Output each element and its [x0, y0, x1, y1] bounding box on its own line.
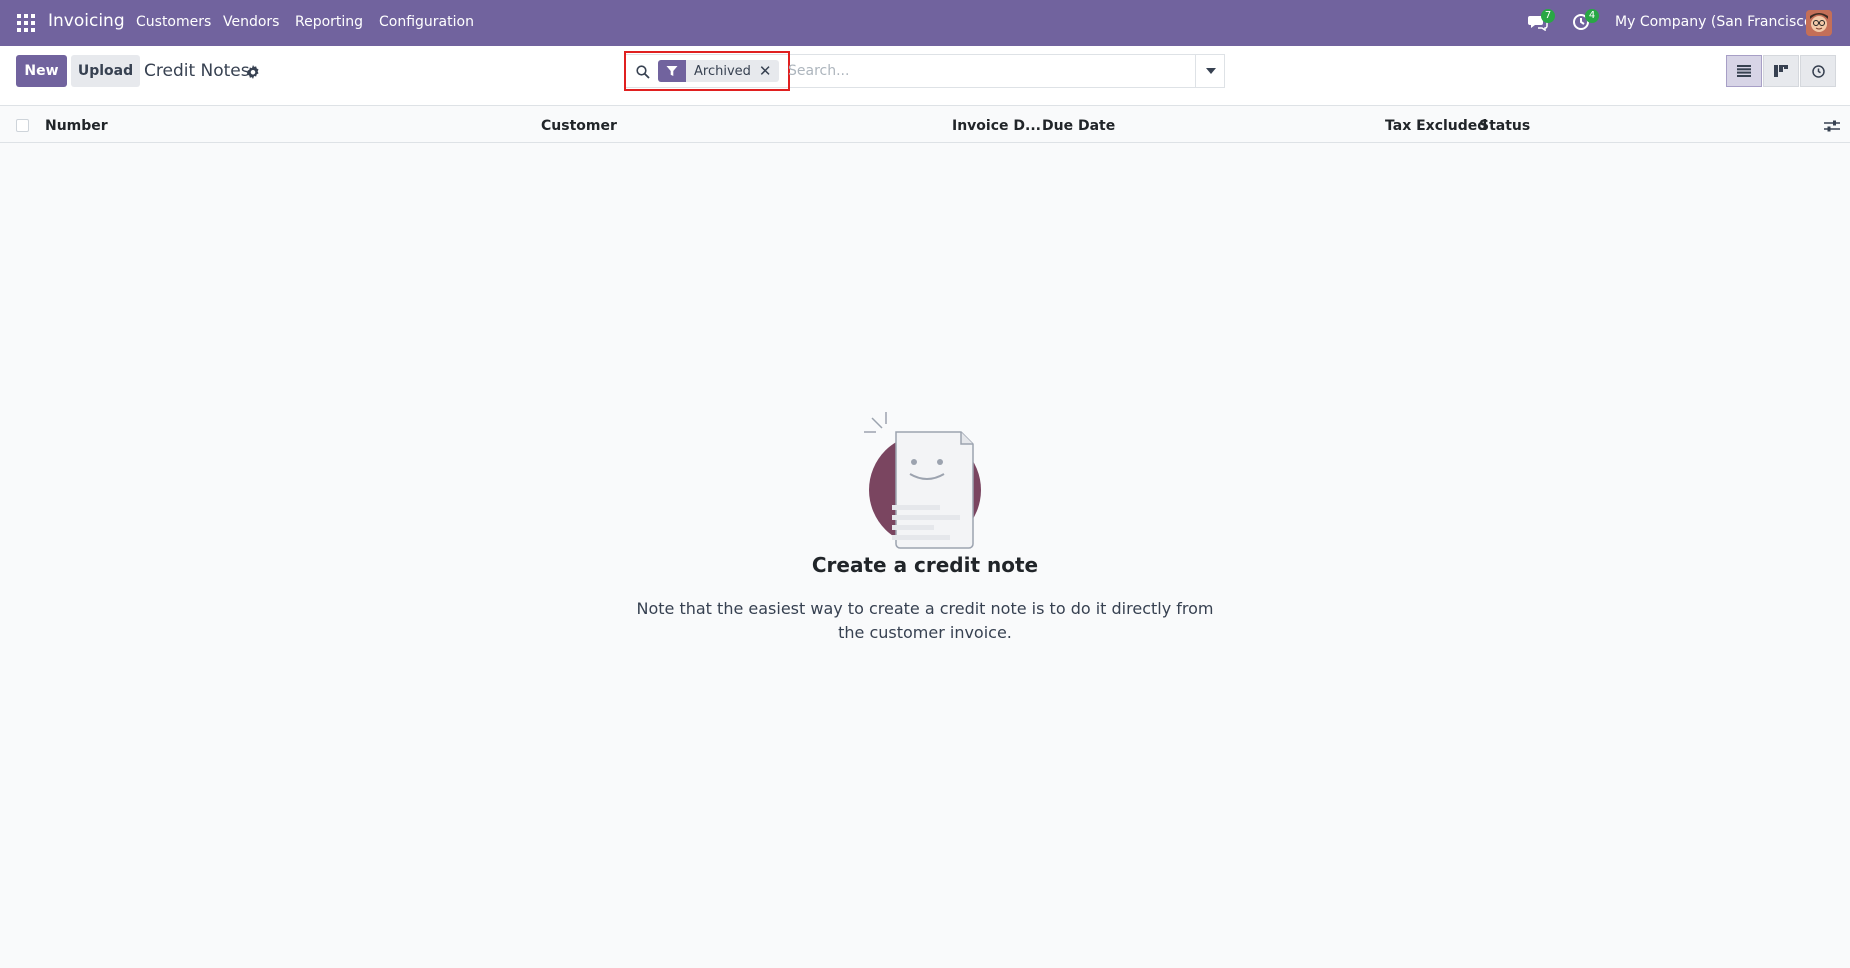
page-title: Credit Notes: [144, 61, 250, 81]
empty-document-illustration: [864, 412, 981, 549]
column-header-number[interactable]: Number: [45, 118, 108, 134]
column-header-due-date[interactable]: Due Date: [1042, 118, 1115, 134]
apps-menu-icon[interactable]: [17, 14, 35, 32]
search-input[interactable]: [786, 58, 1186, 84]
list-view-button[interactable]: [1726, 55, 1762, 87]
user-avatar[interactable]: [1806, 10, 1832, 36]
column-header-tax-excluded[interactable]: Tax Excluded: [1385, 118, 1487, 134]
company-switcher[interactable]: My Company (San Francisco): [1615, 14, 1818, 30]
list-header: Number Customer Invoice D... Due Date Ta…: [0, 107, 1850, 143]
messages-button[interactable]: 7: [1528, 9, 1555, 33]
upload-button[interactable]: Upload: [71, 55, 140, 87]
caret-down-icon: [1205, 68, 1216, 74]
menu-item-reporting[interactable]: Reporting: [295, 14, 363, 30]
clock-icon: [1811, 64, 1825, 78]
new-button[interactable]: New: [16, 55, 67, 87]
kanban-icon: [1774, 65, 1788, 77]
empty-state-text: Note that the easiest way to create a cr…: [636, 599, 1214, 642]
list-icon: [1737, 65, 1751, 77]
column-header-status[interactable]: Status: [1479, 118, 1530, 134]
messages-badge: 7: [1541, 9, 1555, 23]
menu-item-customers[interactable]: Customers: [136, 14, 211, 30]
activities-badge: 4: [1585, 9, 1599, 23]
activity-view-button[interactable]: [1800, 55, 1836, 87]
empty-state-title: Create a credit note: [811, 553, 1039, 577]
top-navbar: Invoicing Customers Vendors Reporting Co…: [0, 0, 1850, 46]
sliders-icon[interactable]: [1824, 119, 1840, 133]
gear-icon[interactable]: [246, 65, 260, 79]
column-header-invoice-date[interactable]: Invoice D...: [952, 118, 1041, 134]
activities-button[interactable]: 4: [1572, 9, 1599, 33]
app-brand[interactable]: Invoicing: [48, 11, 125, 31]
control-panel: New Upload Credit Notes Archived ✕: [0, 46, 1850, 106]
kanban-view-button[interactable]: [1763, 55, 1799, 87]
menu-item-configuration[interactable]: Configuration: [379, 14, 474, 30]
select-all-checkbox[interactable]: [16, 119, 29, 132]
search-options-toggle[interactable]: [1195, 54, 1225, 88]
search-facet-highlight: [624, 51, 790, 91]
column-header-customer[interactable]: Customer: [541, 118, 617, 134]
menu-item-vendors[interactable]: Vendors: [223, 14, 279, 30]
